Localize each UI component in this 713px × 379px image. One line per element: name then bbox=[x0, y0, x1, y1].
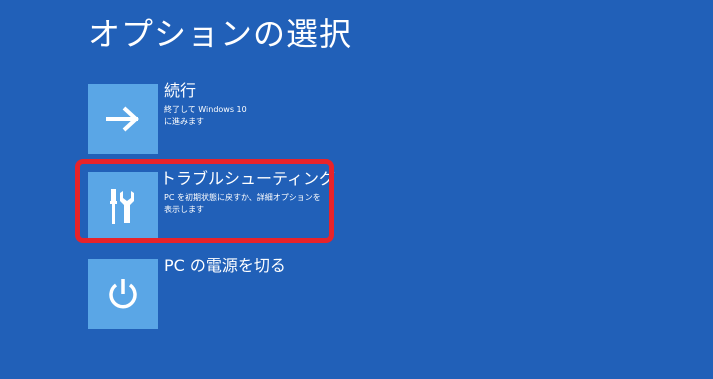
continue-description-line: 終了して Windows 10 bbox=[164, 105, 247, 114]
continue-description-line: に進みます bbox=[164, 117, 204, 126]
troubleshoot-description: PC を初期状態に戻すか、詳細オプションを 表示します bbox=[164, 192, 354, 216]
continue-tile[interactable] bbox=[88, 84, 158, 154]
recovery-screen: オプションの選択 続行 終了して Windows 10 に進みます トラブルシュ… bbox=[0, 0, 713, 379]
troubleshoot-title: トラブルシューティング bbox=[160, 169, 336, 188]
troubleshoot-description-line: 表示します bbox=[164, 205, 204, 214]
power-icon bbox=[109, 279, 137, 309]
power-off-tile[interactable] bbox=[88, 259, 158, 329]
tools-icon bbox=[110, 189, 134, 224]
continue-description: 終了して Windows 10 に進みます bbox=[164, 104, 344, 128]
arrow-right-icon bbox=[106, 106, 139, 132]
continue-option[interactable]: 続行 終了して Windows 10 に進みます bbox=[88, 81, 488, 156]
troubleshoot-tile[interactable] bbox=[88, 172, 158, 242]
power-off-title: PC の電源を切る bbox=[164, 256, 286, 275]
continue-title: 続行 bbox=[164, 81, 197, 100]
troubleshoot-option[interactable]: トラブルシューティング PC を初期状態に戻すか、詳細オプションを 表示します bbox=[88, 169, 488, 244]
page-title: オプションの選択 bbox=[88, 15, 353, 53]
power-off-option[interactable]: PC の電源を切る bbox=[88, 256, 488, 331]
troubleshoot-description-line: PC を初期状態に戻すか、詳細オプションを bbox=[164, 193, 321, 202]
